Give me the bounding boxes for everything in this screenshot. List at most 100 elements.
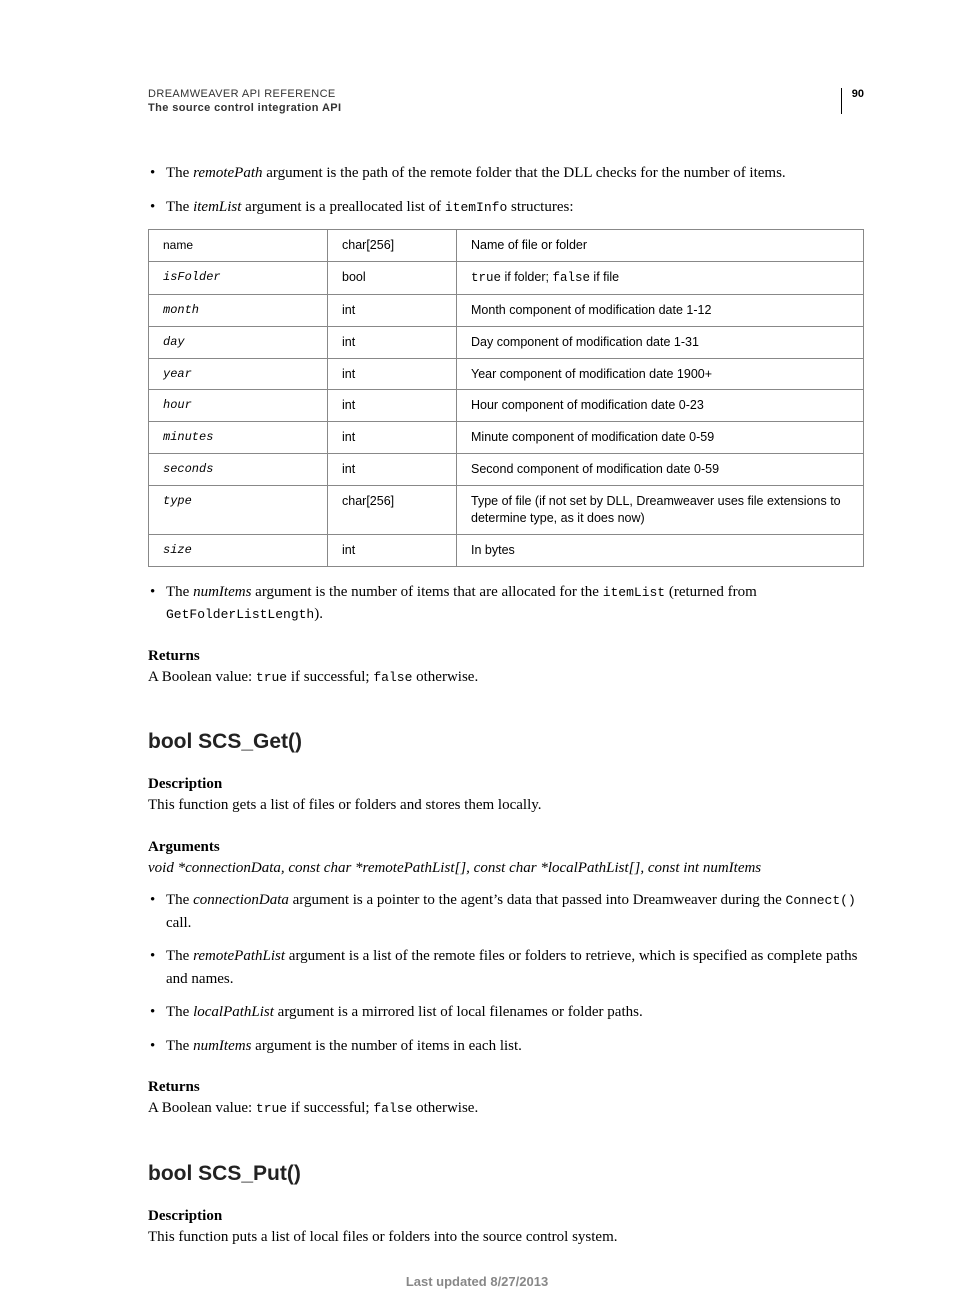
- list-item: The itemList argument is a preallocated …: [148, 196, 864, 219]
- code: true: [256, 1101, 287, 1116]
- text: call.: [166, 915, 191, 931]
- text: The: [166, 584, 193, 600]
- arg-name: numItems: [193, 584, 251, 600]
- text: argument is the number of items that are…: [251, 584, 602, 600]
- list-item: The numItems argument is the number of i…: [148, 581, 864, 626]
- text: The: [166, 199, 193, 215]
- table-row: hourintHour component of modification da…: [149, 390, 864, 422]
- cell-field-name: day: [149, 326, 328, 358]
- cell-field-type: int: [328, 422, 457, 454]
- page: DREAMWEAVER API REFERENCE The source con…: [0, 0, 954, 1313]
- table-row: yearintYear component of modification da…: [149, 358, 864, 390]
- cell-field-name: year: [149, 358, 328, 390]
- returns-label: Returns: [148, 1079, 864, 1096]
- cell-field-type: int: [328, 534, 457, 566]
- table-row: minutesintMinute component of modificati…: [149, 422, 864, 454]
- cell-field-type: int: [328, 326, 457, 358]
- cell-field-type: bool: [328, 261, 457, 294]
- arg-name: remotePath: [193, 165, 262, 181]
- returns-label: Returns: [148, 648, 864, 665]
- text: argument is the number of items in each …: [251, 1038, 522, 1054]
- text: ).: [314, 606, 323, 622]
- scs-get-args-list: The connectionData argument is a pointer…: [148, 889, 864, 1057]
- code: false: [373, 1101, 412, 1116]
- cell-field-type: int: [328, 454, 457, 486]
- cell-field-name: minutes: [149, 422, 328, 454]
- post-table-list: The numItems argument is the number of i…: [148, 581, 864, 626]
- text: argument is a preallocated list of: [241, 199, 444, 215]
- text: argument is the path of the remote folde…: [263, 165, 786, 181]
- page-header: DREAMWEAVER API REFERENCE The source con…: [148, 88, 864, 114]
- text: if successful;: [287, 669, 373, 685]
- arguments-label: Arguments: [148, 839, 864, 856]
- code: false: [373, 670, 412, 685]
- code: itemInfo: [445, 200, 507, 215]
- text: (returned from: [665, 584, 757, 600]
- cell-field-desc: Year component of modification date 1900…: [457, 358, 864, 390]
- cell-field-desc: true if folder; false if file: [457, 261, 864, 294]
- description-label: Description: [148, 776, 864, 793]
- doc-section: The source control integration API: [148, 102, 841, 114]
- list-item: The remotePath argument is the path of t…: [148, 162, 864, 185]
- description-label: Description: [148, 1208, 864, 1225]
- description-text: This function gets a list of files or fo…: [148, 795, 864, 817]
- list-item: The remotePathList argument is a list of…: [148, 945, 864, 990]
- page-number-wrap: 90: [841, 88, 864, 114]
- cell-field-type: char[256]: [328, 486, 457, 535]
- text: The: [166, 1004, 193, 1020]
- iteminfo-table: namechar[256]Name of file or folderisFol…: [148, 229, 864, 567]
- table-row: secondsintSecond component of modificati…: [149, 454, 864, 486]
- arg-name: numItems: [193, 1038, 251, 1054]
- cell-field-name: size: [149, 534, 328, 566]
- arg-name: remotePathList: [193, 948, 285, 964]
- arg-name: itemList: [193, 199, 241, 215]
- cell-field-type: char[256]: [328, 230, 457, 262]
- text: A Boolean value:: [148, 669, 256, 685]
- code: itemList: [603, 585, 665, 600]
- cell-field-name: type: [149, 486, 328, 535]
- table-row: sizeintIn bytes: [149, 534, 864, 566]
- cell-field-desc: Day component of modification date 1-31: [457, 326, 864, 358]
- function-heading-scs-get: bool SCS_Get(): [148, 730, 864, 754]
- table-row: isFolderbooltrue if folder; false if fil…: [149, 261, 864, 294]
- doc-title: DREAMWEAVER API REFERENCE: [148, 88, 841, 100]
- arg-name: connectionData: [193, 892, 289, 908]
- cell-field-name: isFolder: [149, 261, 328, 294]
- cell-field-desc: Name of file or folder: [457, 230, 864, 262]
- code: true: [256, 670, 287, 685]
- code: Connect(): [786, 893, 856, 908]
- table-row: namechar[256]Name of file or folder: [149, 230, 864, 262]
- cell-field-type: int: [328, 294, 457, 326]
- text: if successful;: [287, 1100, 373, 1116]
- cell-field-desc: Second component of modification date 0-…: [457, 454, 864, 486]
- text: otherwise.: [412, 669, 478, 685]
- cell-field-desc: Minute component of modification date 0-…: [457, 422, 864, 454]
- text: The: [166, 1038, 193, 1054]
- text: structures:: [507, 199, 573, 215]
- cell-field-name: seconds: [149, 454, 328, 486]
- table-row: dayintDay component of modification date…: [149, 326, 864, 358]
- cell-field-name: name: [149, 230, 328, 262]
- text: The: [166, 948, 193, 964]
- header-left: DREAMWEAVER API REFERENCE The source con…: [148, 88, 841, 114]
- text: otherwise.: [412, 1100, 478, 1116]
- cell-field-desc: In bytes: [457, 534, 864, 566]
- page-number: 90: [852, 88, 864, 100]
- returns-text: A Boolean value: true if successful; fal…: [148, 1098, 864, 1120]
- text: A Boolean value:: [148, 1100, 256, 1116]
- list-item: The connectionData argument is a pointer…: [148, 889, 864, 934]
- returns-text: A Boolean value: true if successful; fal…: [148, 667, 864, 689]
- cell-field-name: month: [149, 294, 328, 326]
- text: argument is a mirrored list of local fil…: [274, 1004, 643, 1020]
- list-item: The numItems argument is the number of i…: [148, 1035, 864, 1058]
- cell-field-type: int: [328, 390, 457, 422]
- list-item: The localPathList argument is a mirrored…: [148, 1001, 864, 1024]
- cell-field-name: hour: [149, 390, 328, 422]
- arguments-signature: void *connectionData, const char *remote…: [148, 858, 864, 879]
- code: GetFolderListLength: [166, 607, 314, 622]
- cell-field-desc: Hour component of modification date 0-23: [457, 390, 864, 422]
- intro-list: The remotePath argument is the path of t…: [148, 162, 864, 218]
- text: The: [166, 892, 193, 908]
- cell-field-desc: Month component of modification date 1-1…: [457, 294, 864, 326]
- function-heading-scs-put: bool SCS_Put(): [148, 1162, 864, 1186]
